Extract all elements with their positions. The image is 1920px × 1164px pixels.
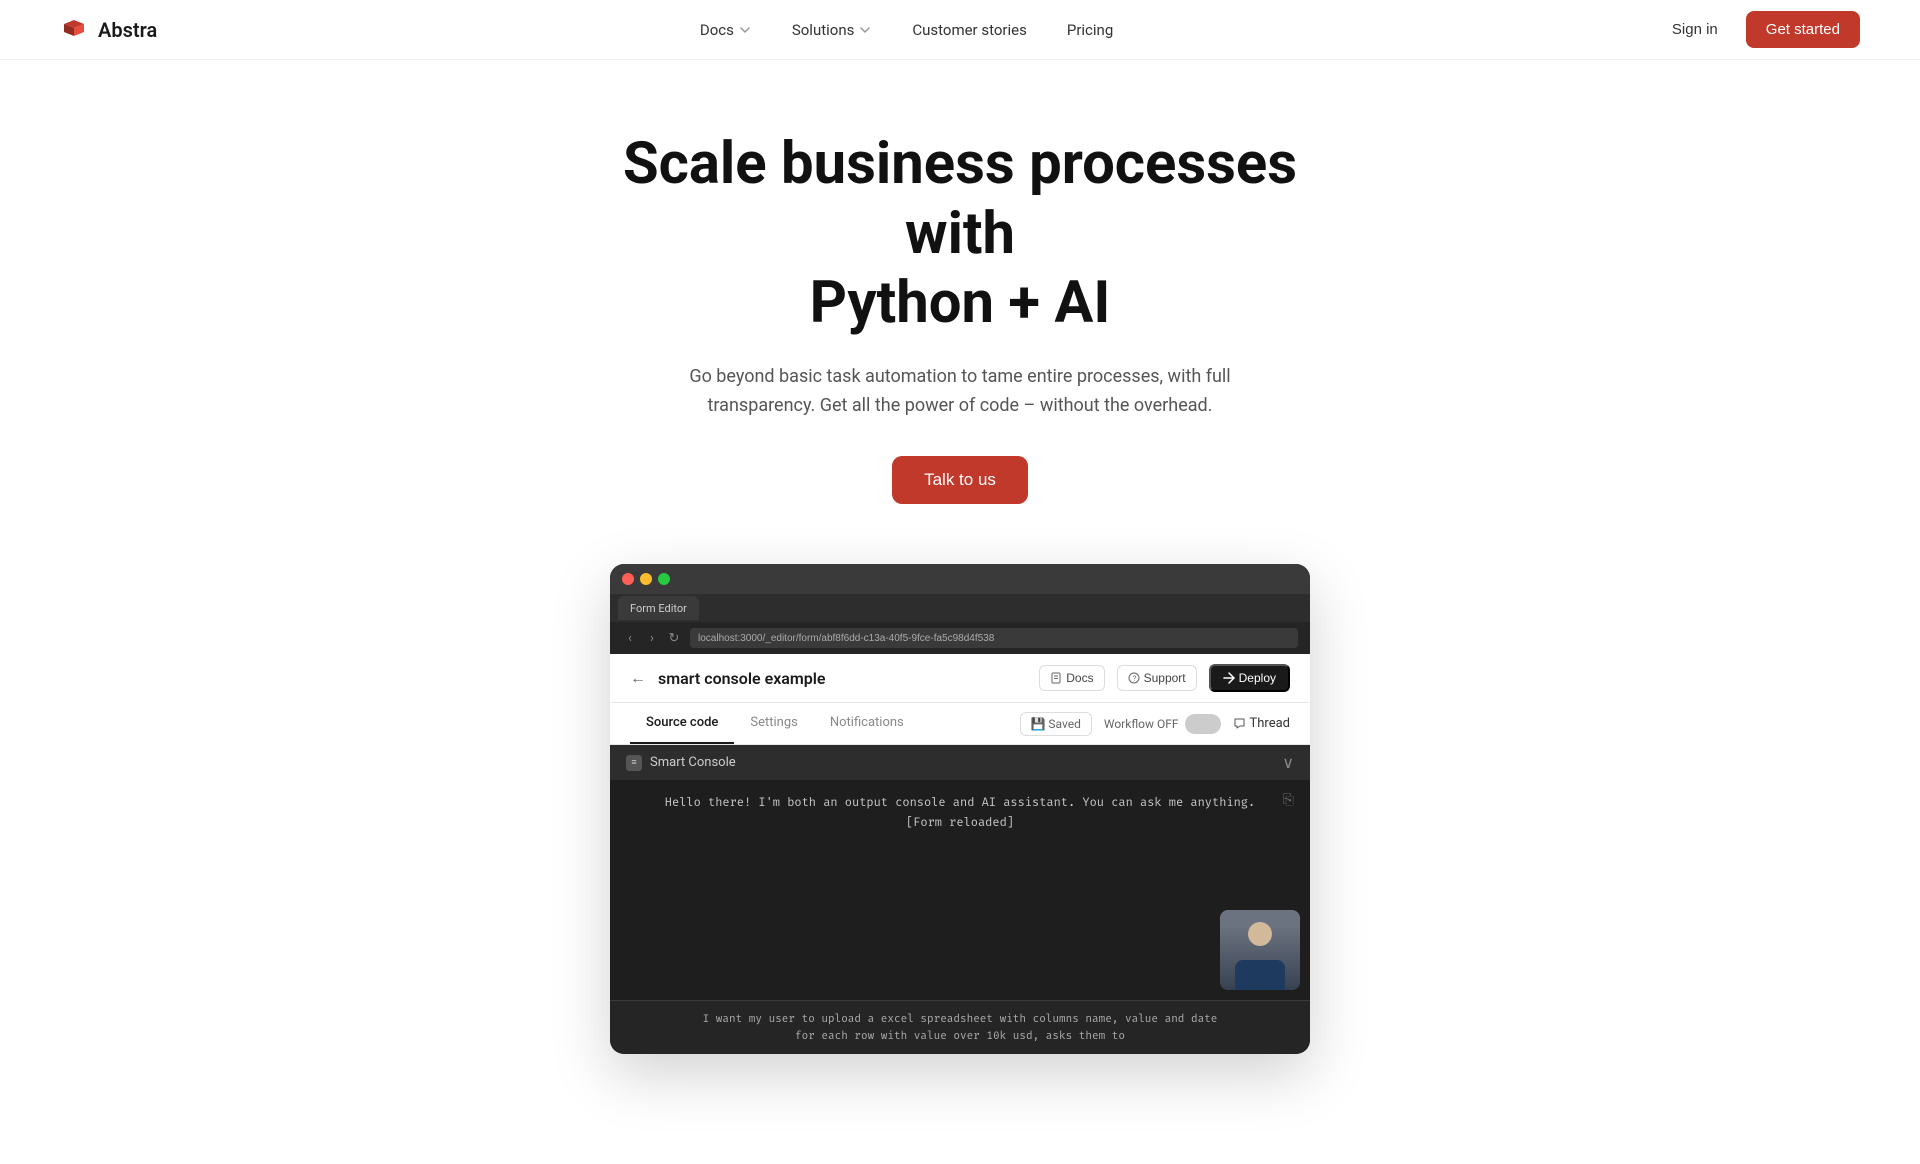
nav-solutions[interactable]: Solutions (776, 13, 889, 47)
support-icon: ? (1128, 672, 1140, 684)
back-button[interactable]: ← (630, 668, 646, 688)
tabs-right: 💾 Saved Workflow OFF Thread (1020, 712, 1291, 736)
deploy-button[interactable]: Deploy (1209, 664, 1290, 692)
browser-tab-bar: Form Editor (610, 594, 1310, 622)
console-expand-icon[interactable]: ∨ (1282, 753, 1294, 772)
app-header-left: ← smart console example (630, 668, 826, 688)
navbar: Abstra Docs Solutions Customer stories P… (0, 0, 1920, 60)
console-output: Hello there! I'm both an output console … (626, 794, 1294, 832)
tab-source-code[interactable]: Source code (630, 703, 734, 744)
copy-icon[interactable]: ⎘ (1283, 792, 1294, 808)
logo-link[interactable]: Abstra (60, 16, 157, 44)
thread-icon (1233, 717, 1246, 730)
traffic-light-close[interactable] (622, 573, 634, 585)
nav-pricing[interactable]: Pricing (1051, 13, 1129, 47)
person-body (1235, 960, 1285, 990)
video-thumbnail (1220, 910, 1300, 990)
back-arrow-icon[interactable]: ‹ (622, 630, 638, 646)
browser-tab[interactable]: Form Editor (618, 596, 699, 620)
chevron-down-icon-2 (858, 23, 872, 37)
person-head (1248, 922, 1272, 946)
traffic-light-maximize[interactable] (658, 573, 670, 585)
get-started-button[interactable]: Get started (1746, 11, 1860, 48)
browser-chrome (610, 564, 1310, 594)
logo-icon (60, 16, 88, 44)
smart-console-title: ≡ Smart Console (626, 755, 736, 771)
address-nav: ‹ › ↻ (622, 630, 682, 646)
console-icon: ≡ (626, 755, 642, 771)
nav-center: Docs Solutions Customer stories Pricing (684, 13, 1129, 47)
support-button[interactable]: ? Support (1117, 665, 1197, 691)
app-header-right: Docs ? Support Deploy (1039, 664, 1290, 692)
app-tabs: Source code Settings Notifications 💾 Sav… (610, 703, 1310, 745)
workflow-toggle-switch[interactable] (1185, 714, 1221, 734)
traffic-light-minimize[interactable] (640, 573, 652, 585)
address-bar-input[interactable] (690, 628, 1298, 648)
refresh-icon[interactable]: ↻ (666, 630, 682, 646)
app-header: ← smart console example Docs (610, 654, 1310, 703)
brand-name: Abstra (98, 18, 157, 42)
hero-subtitle: Go beyond basic task automation to tame … (680, 363, 1240, 421)
forward-arrow-icon[interactable]: › (644, 630, 660, 646)
browser-frame: Form Editor ‹ › ↻ ← smart console exampl… (610, 564, 1310, 1054)
docs-button[interactable]: Docs (1039, 665, 1104, 691)
console-body: Hello there! I'm both an output console … (610, 780, 1310, 1000)
talk-to-us-button[interactable]: Talk to us (892, 456, 1028, 504)
hero-section: Scale business processes with Python + A… (0, 60, 1920, 1164)
nav-customer-stories[interactable]: Customer stories (896, 13, 1043, 47)
video-person (1220, 910, 1300, 990)
thread-button[interactable]: Thread (1233, 716, 1291, 731)
smart-console-header: ≡ Smart Console ∨ (610, 745, 1310, 780)
console-input-text: I want my user to upload a excel spreads… (626, 1011, 1294, 1044)
app-title: smart console example (658, 669, 826, 688)
hero-title: Scale business processes with Python + A… (610, 130, 1310, 339)
browser-address-bar: ‹ › ↻ (610, 622, 1310, 654)
docs-icon (1050, 672, 1062, 684)
nav-right: Sign in Get started (1656, 11, 1860, 48)
sign-in-button[interactable]: Sign in (1656, 13, 1734, 46)
tabs-left: Source code Settings Notifications (630, 703, 920, 744)
console-input-area: I want my user to upload a excel spreads… (610, 1000, 1310, 1054)
saved-badge: 💾 Saved (1020, 712, 1092, 736)
workflow-toggle: Workflow OFF (1104, 714, 1221, 734)
chevron-down-icon (738, 23, 752, 37)
deploy-icon (1223, 672, 1235, 684)
nav-docs[interactable]: Docs (684, 13, 768, 47)
tab-notifications[interactable]: Notifications (814, 703, 920, 744)
screenshot-section: Form Editor ‹ › ↻ ← smart console exampl… (590, 564, 1330, 1114)
svg-text:?: ? (1132, 676, 1136, 683)
tab-settings[interactable]: Settings (734, 703, 813, 744)
